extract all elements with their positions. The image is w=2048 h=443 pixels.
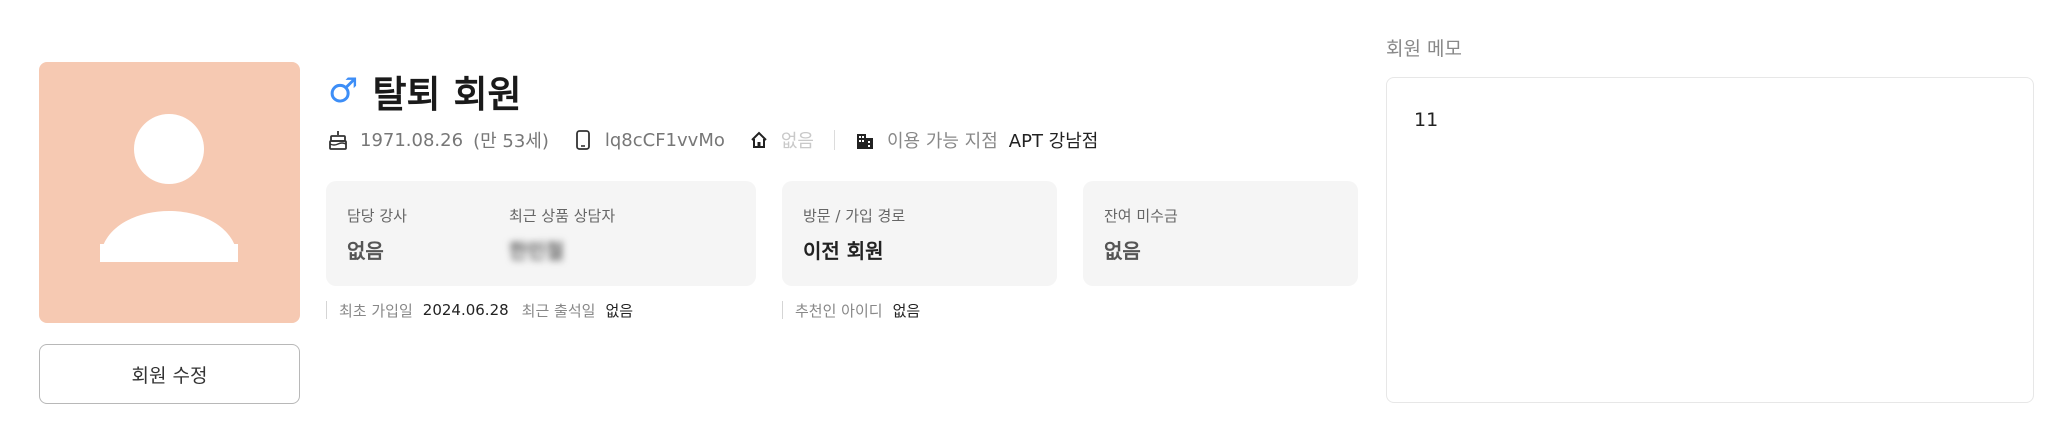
referrer-value: 없음: [892, 301, 921, 320]
instructor-label: 담당 강사: [347, 207, 407, 225]
home-icon: [749, 129, 769, 151]
address: 없음: [780, 131, 814, 152]
member-avatar: [39, 62, 300, 323]
last-attend-label: 최근 출석일: [521, 301, 596, 320]
avatar-silhouette-icon: [100, 114, 238, 262]
balance-value: 없음: [1104, 239, 1141, 263]
first-join-label: 최초 가입일: [339, 301, 413, 320]
referrer-row: 추천인 아이디 없음: [782, 298, 933, 322]
balance-label: 잔여 미수금: [1104, 207, 1178, 225]
route-label: 방문 / 가입 경로: [803, 207, 906, 225]
memo-content: 11: [1414, 109, 1439, 131]
divider: [782, 301, 783, 319]
age: (만 53세): [473, 131, 549, 152]
first-join-value: 2024.06.28: [422, 301, 509, 319]
member-title: ♂ 탈퇴 회원: [328, 66, 522, 116]
route-card: 방문 / 가입 경로 이전 회원: [782, 181, 1057, 286]
phone-number: lq8cCF1vvMo: [604, 129, 725, 151]
branch-value: APT 강남점: [1008, 131, 1099, 152]
branch-label: 이용 가능 지점: [886, 131, 998, 152]
member-name: 탈퇴 회원: [372, 73, 522, 116]
building-icon: [855, 129, 875, 151]
birthday-cake-icon: [328, 129, 348, 151]
memo-title: 회원 메모: [1386, 38, 1462, 60]
consultant-value: 한민철: [509, 239, 565, 263]
divider: [833, 130, 835, 150]
consultant-label: 최근 상품 상담자: [509, 207, 616, 225]
divider: [326, 301, 327, 319]
route-value: 이전 회원: [803, 239, 884, 263]
staff-card: 담당 강사 없음 최근 상품 상담자 한민철: [326, 181, 756, 286]
instructor-value: 없음: [347, 239, 384, 263]
last-attend-value: 없음: [605, 301, 634, 320]
memo-box[interactable]: 11: [1386, 77, 2034, 403]
edit-member-button[interactable]: 회원 수정: [39, 344, 300, 404]
male-icon: ♂: [328, 71, 359, 111]
balance-card: 잔여 미수금 없음: [1083, 181, 1358, 286]
phone-icon: [573, 129, 593, 151]
birthdate: 1971.08.26: [360, 129, 464, 151]
referrer-label: 추천인 아이디: [795, 301, 883, 320]
member-info-row: 1971.08.26 (만 53세) lq8cCF1vvMo 없음 이용 가능 …: [328, 125, 1098, 155]
join-dates-row: 최초 가입일 2024.06.28 최근 출석일 없음: [326, 298, 646, 322]
